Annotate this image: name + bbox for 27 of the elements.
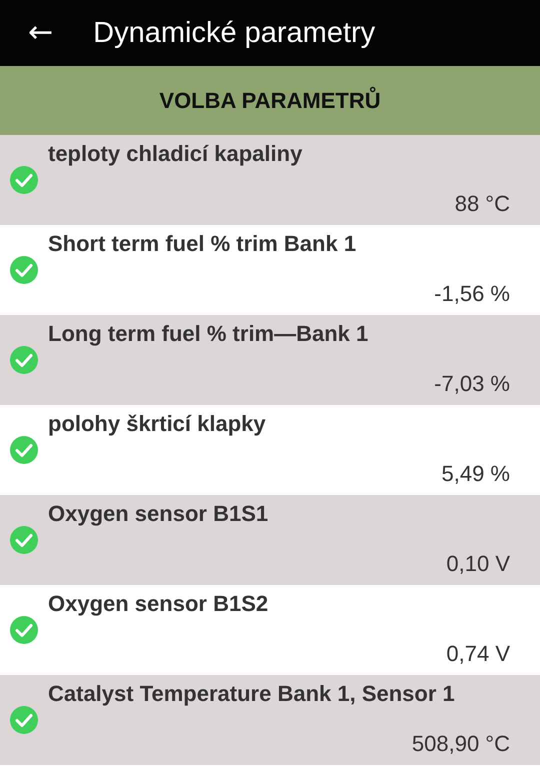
parameter-value: -7,03 % [434, 371, 510, 397]
section-title: VOLBA PARAMETRŮ [159, 88, 381, 114]
screen-title: Dynamické parametry [93, 16, 376, 50]
parameter-name: polohy škrticí klapky [48, 411, 267, 437]
parameter-row[interactable]: teploty chladicí kapaliny 88 °C [0, 135, 540, 225]
parameter-value: 88 °C [454, 191, 510, 217]
parameter-name: Oxygen sensor B1S1 [48, 501, 270, 527]
parameter-row[interactable]: Catalyst Temperature Bank 1, Sensor 1 508,90 °C [0, 675, 540, 765]
back-button[interactable]: ← [28, 18, 54, 48]
parameter-name: teploty chladicí kapaliny [48, 141, 304, 167]
check-icon[interactable] [9, 525, 39, 555]
parameter-name: Long term fuel % trim—Bank 1 [48, 321, 370, 347]
check-icon[interactable] [9, 345, 39, 375]
check-icon[interactable] [9, 705, 39, 735]
parameter-value: 0,10 V [446, 551, 510, 577]
check-icon[interactable] [9, 435, 39, 465]
parameter-value: 0,74 V [446, 641, 510, 667]
parameter-value: 508,90 °C [412, 731, 510, 757]
check-icon[interactable] [9, 255, 39, 285]
parameter-name: Catalyst Temperature Bank 1, Sensor 1 [48, 681, 456, 707]
parameter-name: Oxygen sensor B1S2 [48, 591, 270, 617]
parameter-name: Short term fuel % trim Bank 1 [48, 231, 358, 257]
parameter-value: 5,49 % [442, 461, 510, 487]
check-icon[interactable] [9, 615, 39, 645]
parameter-row[interactable]: Oxygen sensor B1S1 0,10 V [0, 495, 540, 585]
parameter-value: -1,56 % [434, 281, 510, 307]
check-icon[interactable] [9, 165, 39, 195]
